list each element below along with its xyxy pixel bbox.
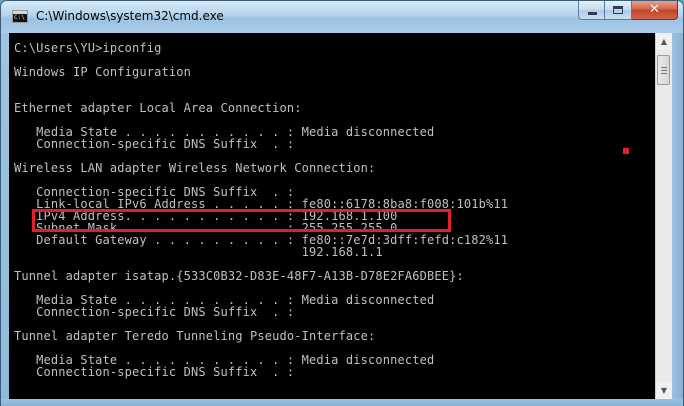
caption-buttons: ✕ [578,1,678,21]
console-line: 192.168.1.1 [14,245,383,259]
scroll-down-arrow-icon[interactable]: ▼ [656,382,672,399]
window-frame-right [672,33,683,399]
red-marker [623,148,629,154]
cmd-icon[interactable] [12,10,28,23]
minimize-icon [588,12,597,15]
console-line: Connection-specific DNS Suffix . : [14,365,295,379]
console-line: Tunnel adapter Teredo Tunneling Pseudo-I… [14,329,376,343]
console-line: Ethernet adapter Local Area Connection: [14,101,302,115]
grip-line [661,67,667,68]
window-frame-bottom [1,399,683,406]
grip-line [661,73,667,74]
console-output[interactable]: C:\Users\YU>ipconfig Windows IP Configura… [9,33,655,399]
minimize-button[interactable] [578,1,605,20]
ipv4-highlight-box [32,209,451,232]
close-icon: ✕ [649,2,660,17]
grip-line [661,70,667,71]
console-line: Connection-specific DNS Suffix . : [14,305,295,319]
vertical-scrollbar[interactable]: ▲ ▼ [655,33,672,399]
console-line: Wireless LAN adapter Wireless Network Co… [14,161,376,175]
close-button[interactable]: ✕ [632,1,678,20]
console-line: Connection-specific DNS Suffix . : [14,137,295,151]
title-bar[interactable]: C:\Windows\system32\cmd.exe ✕ [1,1,683,33]
cmd-window: C:\Windows\system32\cmd.exe ✕ C:\Users\Y… [0,0,684,406]
console-line: Windows IP Configuration [14,65,191,79]
console-line: Tunnel adapter isatap.{533C0B32-D83E-48F… [14,269,464,283]
window-title: C:\Windows\system32\cmd.exe [36,9,224,23]
scroll-thumb[interactable] [657,55,670,85]
maximize-button[interactable] [605,1,632,20]
maximize-icon [613,6,623,14]
scroll-up-arrow-icon[interactable]: ▲ [656,33,672,50]
console-line: C:\Users\YU>ipconfig [14,41,162,55]
